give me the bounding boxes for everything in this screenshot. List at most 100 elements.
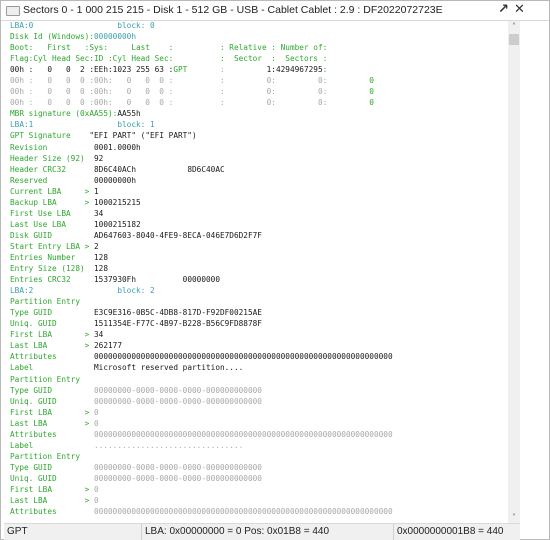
field-label: Disk GUID: [10, 230, 94, 240]
field-value: 34: [94, 208, 104, 218]
field-label: First Use LBA: [10, 208, 94, 218]
field-label: Attributes: [10, 429, 94, 439]
sector-line: Label Microsoft reserved partition....: [10, 362, 393, 373]
sector-line: Type GUID E3C9E316-0B5C-4DB8-817D-F92DF0…: [10, 307, 393, 318]
field-label: Label: [10, 440, 94, 450]
window-title: Sectors 0 - 1 000 215 215 - Disk 1 - 512…: [23, 4, 443, 16]
field-value: 0000000000000000000000000000000000000000…: [94, 352, 393, 362]
field-label: First LBA >: [10, 330, 94, 340]
field-label: Entry Size (128): [10, 264, 94, 274]
sector-line: Entries CRC32 1537930Fh 00000000: [10, 274, 393, 285]
field-value: AA55h: [117, 109, 141, 119]
lba-header: block: 2: [117, 286, 155, 296]
field-value: 128: [94, 252, 108, 262]
field-value: 0: [94, 407, 99, 417]
sector-line: MBR signature (0xAA55):AA55h: [10, 108, 393, 119]
sector-line: Last Use LBA 1000215182: [10, 219, 393, 230]
lba-header: LBA:1: [10, 120, 118, 130]
status-bar: GPT LBA: 0x00000000 = 0 Pos: 0x01B8 = 44…: [4, 523, 520, 540]
title-bar: Sectors 0 - 1 000 215 215 - Disk 1 - 512…: [1, 1, 549, 21]
field-value: 00000000-0000-0000-0000-000000000000: [94, 473, 262, 483]
scroll-up-arrow-icon[interactable]: ˄: [508, 21, 520, 32]
sector-line: Last LBA > 0: [10, 495, 393, 506]
sector-line: Backup LBA > 1000215215: [10, 197, 393, 208]
field-value: 262177: [94, 341, 122, 351]
scroll-down-arrow-icon[interactable]: ˅: [508, 512, 520, 523]
field-value: 0: [94, 496, 99, 506]
sector-line: LBA:1 block: 1: [10, 119, 393, 130]
field-value: 0: [94, 484, 99, 494]
sector-line: 00h : 0 0 2 :EEh:1023 255 63 :GPT : 1:42…: [10, 64, 393, 75]
field-label: Partition Entry: [10, 451, 80, 461]
field-label: Attributes: [10, 507, 94, 517]
field-value: 128: [94, 264, 108, 274]
sector-line: First LBA > 34: [10, 329, 393, 340]
status-mode: GPT: [7, 526, 28, 537]
field-label: Uniq. GUID: [10, 396, 94, 406]
field-value: 00000000-0000-0000-0000-000000000000: [94, 462, 262, 472]
vertical-scrollbar[interactable]: ˄ ˅: [508, 21, 520, 523]
field-value: 8D6C40ACh 8D6C40AC: [94, 164, 225, 174]
field-label: Label: [10, 363, 94, 373]
sector-line: 00h : 0 0 0 :00h: 0 0 0 : : 0: 0: 0: [10, 86, 393, 97]
field-value: 1511354E-F77C-4B97-B228-B56C9FD8878F: [94, 319, 262, 329]
sector-line: Entry Size (128) 128: [10, 263, 393, 274]
field-label: Reserved: [10, 175, 94, 185]
field-value: 00h : 0 0 0 :00h: 0 0 0 : : 0: 0:: [10, 98, 328, 108]
sector-content-view[interactable]: LBA:0 block: 0 Disk Id (Windows):00000000…: [4, 21, 508, 523]
field-value: E3C9E316-0B5C-4DB8-817D-F92DF00215AE: [94, 308, 262, 318]
field-label: Disk Id (Windows):: [10, 32, 94, 42]
close-icon[interactable]: ✕: [514, 2, 525, 17]
field-value: 1537930Fh 00000000: [94, 275, 220, 285]
field-value: 0: [94, 418, 99, 428]
field-value: 00h : 0 0 2 :EEh:1023 255 63 :: [10, 65, 174, 75]
field-label: Current LBA >: [10, 186, 94, 196]
field-label: Type GUID: [10, 308, 94, 318]
lba-header: block: 0: [117, 21, 155, 30]
lba-header: LBA:0: [10, 21, 118, 30]
sector-line: Revision 0001.0000h: [10, 142, 393, 153]
field-label: Flag:Cyl Head Sec:ID :Cyl Head Sec: : Se…: [10, 54, 328, 64]
field-label: MBR signature (0xAA55):: [10, 109, 118, 119]
field-value: 0000000000000000000000000000000000000000…: [94, 507, 393, 517]
sector-line: Reserved 00000000h: [10, 175, 393, 186]
undock-arrow-icon[interactable]: ↗: [498, 2, 509, 17]
field-value: ................................: [94, 440, 244, 450]
field-label: Last Use LBA: [10, 219, 94, 229]
sector-line: Partition Entry: [10, 451, 393, 462]
field-label: Partition Entry: [10, 374, 80, 384]
field-label: Revision: [10, 142, 94, 152]
field-value: 00h : 0 0 0 :00h: 0 0 0 : : 0: 0:: [10, 87, 328, 97]
sector-line: GPT Signature "EFI PART" ("EFI PART"): [10, 130, 393, 141]
field-label: Entries Number: [10, 252, 94, 262]
field-value: 92: [94, 153, 104, 163]
sector-line: Disk Id (Windows):00000000h: [10, 31, 393, 42]
sector-line: LBA:2 block: 2: [10, 285, 393, 296]
field-label: Boot: First :Sys: Last : : Relative : Nu…: [10, 43, 328, 53]
field-label: :: [322, 65, 328, 75]
field-value: 0000000000000000000000000000000000000000…: [94, 429, 393, 439]
sector-line: Last LBA > 262177: [10, 340, 393, 351]
field-label: Last LBA >: [10, 341, 94, 351]
sector-line: First Use LBA 34: [10, 208, 393, 219]
sector-line: Uniq. GUID 1511354E-F77C-4B97-B228-B56C9…: [10, 318, 393, 329]
scrollbar-thumb[interactable]: [509, 34, 519, 45]
sector-line: Partition Entry: [10, 296, 393, 307]
field-label: Header Size (92): [10, 153, 94, 163]
status-offset: 0x0000000001B8 = 440: [393, 524, 521, 540]
field-label: Attributes: [10, 352, 94, 362]
field-label: 0: [327, 98, 374, 108]
sector-line: First LBA > 0: [10, 407, 393, 418]
sector-line: Attributes 00000000000000000000000000000…: [10, 429, 393, 440]
window-icon: [6, 6, 20, 16]
lba-header: LBA:2: [10, 286, 118, 296]
field-value: 00000000h: [94, 175, 136, 185]
sector-line: Header Size (92) 92: [10, 153, 393, 164]
sector-line: Label ................................: [10, 440, 393, 451]
lba-header: 00000000h: [94, 32, 136, 42]
field-label: 0: [327, 76, 374, 86]
field-label: Backup LBA >: [10, 197, 94, 207]
field-label: Uniq. GUID: [10, 473, 94, 483]
sector-line: First LBA > 0: [10, 484, 393, 495]
field-value: 0001.0000h: [94, 142, 141, 152]
